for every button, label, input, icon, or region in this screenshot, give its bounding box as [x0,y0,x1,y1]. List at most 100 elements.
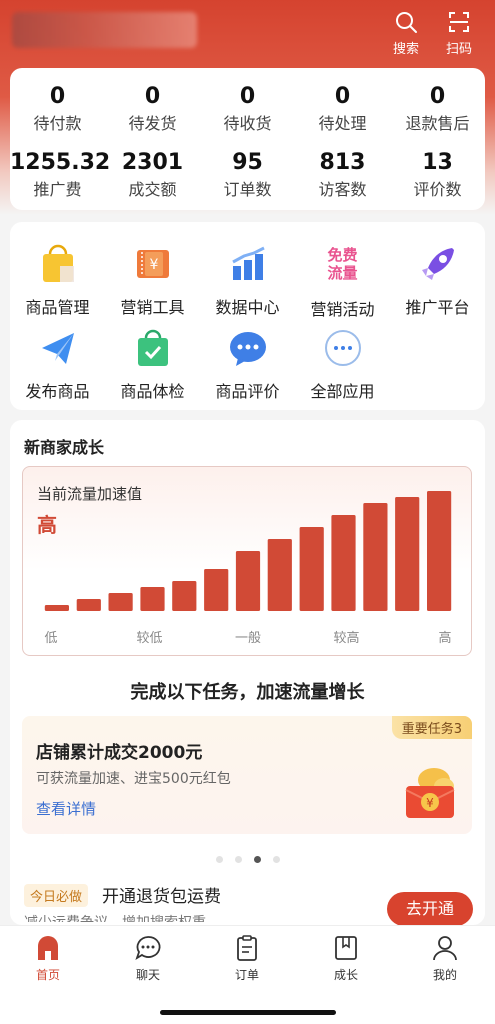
stat-label: 待收货 [223,114,272,133]
rocket-icon [418,244,458,284]
tools-card: 商品管理 ¥ 营销工具 数据中心 免费流量 营销活动 推广平台 发布商品 商品体… [10,222,485,410]
tool-product-reviews[interactable]: 商品评价 [200,328,295,402]
tool-marketing-activity[interactable]: 免费流量 营销活动 [295,244,390,320]
stat-refund-aftersale[interactable]: 0 退款售后 [390,84,485,134]
chart-bar [140,587,165,611]
stat-value: 1255.32 [10,150,111,175]
tool-label: 数据中心 [215,298,280,317]
tool-label: 发布商品 [25,382,90,401]
tool-publish-product[interactable]: 发布商品 [10,328,105,402]
carousel-dot[interactable] [234,856,242,863]
carousel-dot[interactable] [215,856,223,863]
tool-data-center[interactable]: 数据中心 [200,244,295,318]
chart-bar [44,605,69,611]
stat-promotion-fee[interactable]: 1255.32 推广费 [10,150,111,200]
important-task-badge: 重要任务3 [391,716,472,739]
stat-pending-receipt[interactable]: 0 待收货 [200,84,295,134]
chart-bar [108,593,133,611]
tool-marketing-tools[interactable]: ¥ 营销工具 [105,244,200,318]
today-task-description: 减少运费争议，增加搜索权重 [24,912,206,922]
stat-value: 0 [334,84,351,109]
tool-label: 推广平台 [405,298,470,317]
activate-button[interactable]: 去开通 [387,892,473,926]
tool-product-management[interactable]: 商品管理 [10,244,105,318]
stat-pending-payment[interactable]: 0 待付款 [10,84,105,134]
free-traffic-icon: 免费流量 [318,246,368,286]
tab-chat[interactable]: 聊天 [118,934,178,983]
shopping-bag-icon [38,244,78,284]
stat-value: 2301 [121,150,184,175]
chart-canvas: 低 较低 一般 较高 高 [44,491,452,646]
task-title: 店铺累计成交2000元 [36,743,203,763]
chat-bubble-icon [228,328,268,368]
chart-tick-label: 高 [438,630,451,646]
tab-label: 我的 [432,968,457,982]
stat-review-count[interactable]: 13 评价数 [390,150,485,200]
stat-value: 0 [144,84,161,109]
traffic-boost-chart: 当前流量加速值 高 低较低 一般 较高高 [22,466,472,656]
tool-label: 全部应用 [310,382,375,401]
svg-text:¥: ¥ [426,796,434,810]
task-description: 可获流量加速、进宝500元红包 [36,771,231,787]
stat-pending-shipment[interactable]: 0 待发货 [105,84,200,134]
search-button[interactable]: 搜索 [386,10,426,57]
tool-promotion-platform[interactable]: 推广平台 [390,244,485,318]
chart-bar [76,599,101,611]
chart-bar [267,539,292,611]
stat-label: 成交额 [128,180,177,199]
shop-name-blurred [12,12,197,48]
carousel-indicator [10,848,485,867]
task-card[interactable]: 重要任务3 店铺累计成交2000元 可获流量加速、进宝500元红包 查看详情 ¥ [22,716,472,834]
tab-label: 聊天 [135,968,160,982]
tool-label: 商品评价 [215,382,280,401]
stat-label: 订单数 [223,180,272,199]
stat-label: 退款售后 [405,114,470,133]
tool-product-checkup[interactable]: 商品体检 [105,328,200,402]
tab-orders[interactable]: 订单 [217,934,277,983]
home-icon [38,936,58,960]
stats-card: 0 待付款 0 待发货 0 待收货 0 待处理 0 退款售后 1255.32 推… [10,68,485,210]
tool-all-apps[interactable]: 全部应用 [295,328,390,402]
stat-value: 0 [49,84,66,109]
stat-label: 推广费 [33,180,82,199]
view-details-link[interactable]: 查看详情 [36,798,96,819]
chart-tick-label: 低 [44,631,57,646]
carousel-dot[interactable] [272,856,280,863]
tab-label: 首页 [35,968,60,982]
task-heading: 完成以下任务，加速流量增长 [130,682,365,703]
profile-icon [433,936,457,961]
tab-home[interactable]: 首页 [18,934,78,983]
more-apps-icon [323,328,363,368]
chart-bar [299,527,324,611]
scan-button[interactable]: 扫码 [439,10,479,57]
stat-pending-handling[interactable]: 0 待处理 [295,84,390,134]
chart-tick-label: 较低 [136,631,162,646]
stat-value: 813 [319,150,366,175]
tab-profile[interactable]: 我的 [415,934,475,983]
stat-value: 95 [232,150,263,175]
today-task-title: 开通退货包运费 [102,887,221,907]
stat-label: 评价数 [413,180,462,199]
carousel-dot-active[interactable] [253,856,261,863]
stat-label: 待发货 [128,114,177,133]
stat-value: 0 [239,84,256,109]
home-indicator [160,1010,336,1015]
tool-label: 营销工具 [120,298,185,317]
chart-bar [363,503,388,611]
stat-gmv[interactable]: 2301 成交额 [105,150,200,200]
chart-bar [427,491,452,611]
stat-label: 待处理 [318,114,367,133]
stat-visitor-count[interactable]: 813 访客数 [295,150,390,200]
bar-chart-icon [228,244,268,284]
stat-order-count[interactable]: 95 订单数 [200,150,295,200]
tab-growth[interactable]: 成长 [316,934,376,983]
tool-label: 商品体检 [120,382,185,401]
tab-label: 成长 [333,968,358,982]
stat-label: 访客数 [318,180,367,199]
stat-label: 待付款 [33,114,82,133]
chart-bar [172,581,197,611]
search-label: 搜索 [392,42,419,57]
tool-label: 商品管理 [25,298,90,317]
growth-title: 新商家成长 [24,438,105,457]
growth-book-icon [335,936,357,960]
